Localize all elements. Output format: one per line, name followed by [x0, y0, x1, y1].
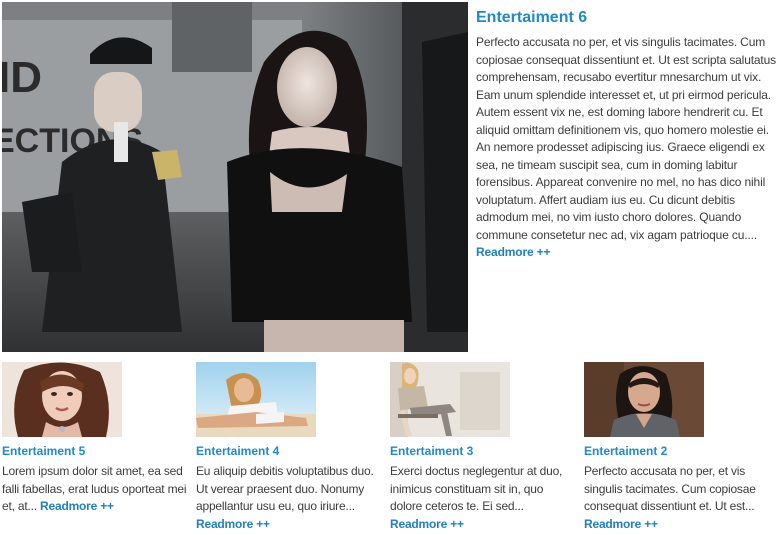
featured-excerpt: Perfecto accusata no per, et vis singuli…	[476, 35, 776, 242]
card-body: Exerci doctus neglegentur at duo, inimic…	[390, 463, 575, 533]
card-readmore-link[interactable]: Readmore ++	[584, 517, 658, 531]
card-readmore-link[interactable]: Readmore ++	[196, 517, 270, 531]
card-thumbnail[interactable]	[390, 362, 510, 437]
svg-text:ID: ID	[2, 53, 42, 102]
card-excerpt: Eu aliquip debitis voluptatibus duo. Ut …	[196, 464, 374, 513]
featured-body: Perfecto accusata no per, et vis singuli…	[476, 34, 779, 262]
card-body: Eu aliquip debitis voluptatibus duo. Ut …	[196, 463, 381, 533]
entertainment-section: ID ECTIONS Entertaiment 6 Perfecto accus…	[0, 0, 781, 535]
card-title[interactable]: Entertaiment 2	[584, 444, 769, 459]
card-title[interactable]: Entertaiment 3	[390, 444, 575, 459]
featured-image[interactable]: ID ECTIONS	[2, 2, 468, 352]
featured-article: ID ECTIONS Entertaiment 6 Perfecto accus…	[2, 2, 779, 352]
article-cards: Entertaiment 5 Lorem ipsum dolor sit ame…	[2, 362, 779, 535]
card-thumbnail[interactable]	[2, 362, 122, 437]
article-card: Entertaiment 5 Lorem ipsum dolor sit ame…	[2, 362, 187, 516]
featured-title[interactable]: Entertaiment 6	[476, 8, 779, 28]
featured-text: Entertaiment 6 Perfecto accusata no per,…	[476, 8, 779, 262]
card-body: Lorem ipsum dolor sit amet, ea sed falli…	[2, 463, 187, 516]
article-card: Entertaiment 4 Eu aliquip debitis volupt…	[196, 362, 381, 533]
card-thumbnail[interactable]	[584, 362, 704, 437]
card-excerpt: Exerci doctus neglegentur at duo, inimic…	[390, 464, 563, 513]
card-readmore-link[interactable]: Readmore ++	[40, 499, 114, 513]
card-thumbnail[interactable]	[196, 362, 316, 437]
featured-readmore-link[interactable]: Readmore ++	[476, 245, 551, 259]
card-title[interactable]: Entertaiment 5	[2, 444, 187, 459]
card-readmore-link[interactable]: Readmore ++	[390, 517, 464, 531]
article-card: Entertaiment 2 Perfecto accusata no per,…	[584, 362, 769, 533]
card-excerpt: Perfecto accusata no per, et vis singuli…	[584, 464, 756, 513]
article-card: Entertaiment 3 Exerci doctus neglegentur…	[390, 362, 575, 533]
card-title[interactable]: Entertaiment 4	[196, 444, 381, 459]
card-body: Perfecto accusata no per, et vis singuli…	[584, 463, 769, 533]
